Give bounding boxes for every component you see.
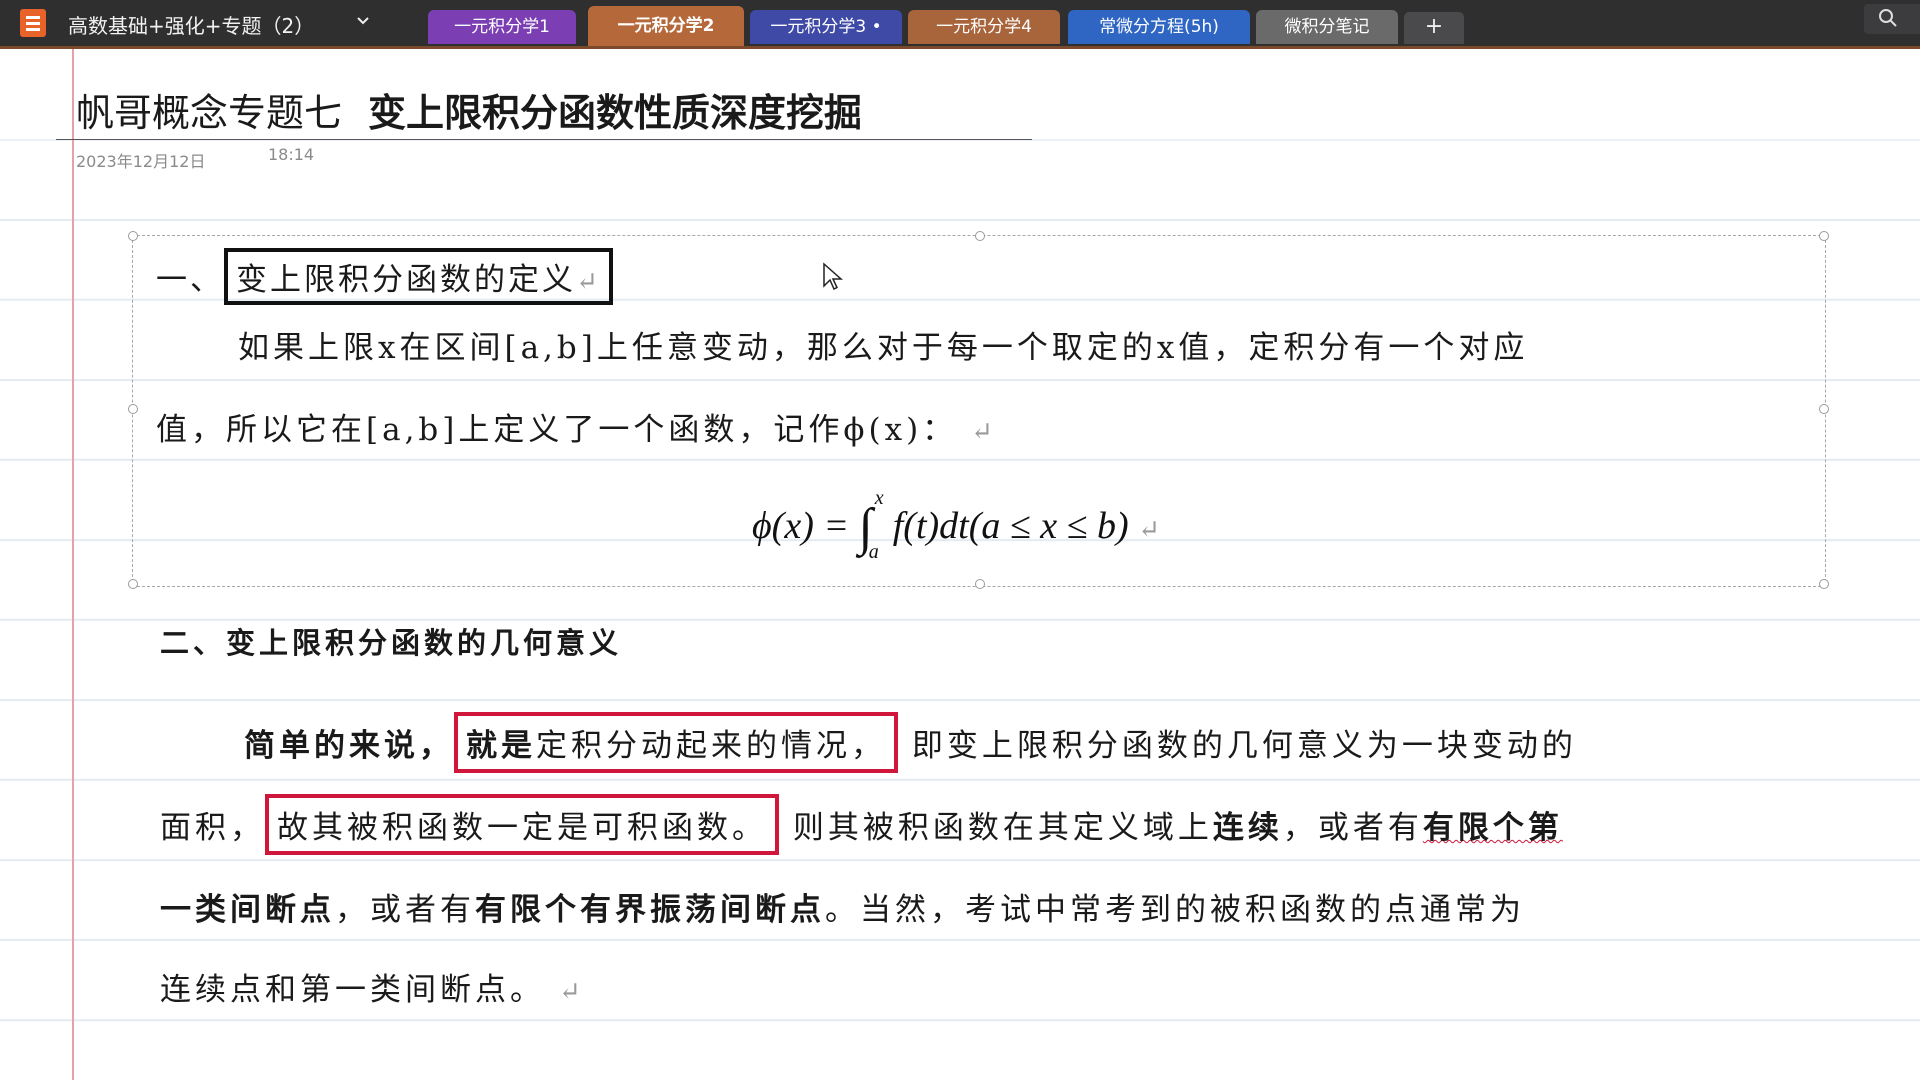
resize-handle[interactable] — [1819, 579, 1829, 589]
resize-handle[interactable] — [1819, 404, 1829, 414]
section2-line1[interactable]: 简单的来说， 就是定积分动起来的情况， 即变上限积分函数的几何意义为一块变动的 — [244, 712, 1577, 773]
tab-section-3[interactable]: 一元积分学3 • — [750, 10, 902, 44]
notebook-tab-bar: 高数基础+强化+专题（2） 一元积分学1 一元积分学2 一元积分学3 • 一元积… — [0, 0, 1920, 49]
boxed-heading: 变上限积分函数的定义↵ — [224, 248, 613, 305]
notebook-icon[interactable] — [20, 9, 46, 37]
page-date: 2023年12月12日 — [76, 152, 206, 171]
tab-section-4[interactable]: 一元积分学4 — [908, 10, 1060, 44]
section2-line3[interactable]: 一类间断点，或者有有限个有界振荡间断点。当然，考试中常考到的被积函数的点通常为 — [160, 884, 1525, 929]
resize-handle[interactable] — [975, 579, 985, 589]
resize-handle[interactable] — [128, 579, 138, 589]
integral-formula[interactable]: ϕ(x) = ∫ x a f(t)dt(a ≤ x ≤ b) ↵ — [752, 487, 1160, 563]
tab-section-1[interactable]: 一元积分学1 — [428, 10, 576, 44]
section1-paragraph-line1[interactable]: 如果上限x在区间[a,b]上任意变动，那么对于每一个取定的x值，定积分有一个对应 — [238, 322, 1528, 367]
notebook-title[interactable]: 高数基础+强化+专题（2） — [68, 10, 314, 39]
section2-heading[interactable]: 二、变上限积分函数的几何意义 — [160, 620, 622, 662]
section1-heading[interactable]: 一、 变上限积分函数的定义↵ — [156, 248, 613, 305]
title-divider — [56, 139, 1032, 140]
margin-line — [72, 49, 74, 1080]
section1-paragraph-line2[interactable]: 值，所以它在[a,b]上定义了一个函数，记作ϕ(x)： ↵ — [156, 404, 997, 449]
mouse-cursor-icon — [823, 262, 843, 291]
resize-handle[interactable] — [128, 404, 138, 414]
tab-ode[interactable]: 常微分方程(5h) — [1068, 10, 1250, 44]
chevron-down-icon[interactable] — [356, 14, 370, 28]
resize-handle[interactable] — [1819, 231, 1829, 241]
search-icon — [1879, 9, 1897, 27]
resize-handle[interactable] — [128, 231, 138, 241]
section2-line4[interactable]: 连续点和第一类间断点。 ↵ — [160, 964, 585, 1009]
resize-handle[interactable] — [975, 231, 985, 241]
section2-line2[interactable]: 面积， 故其被积函数一定是可积函数。 则其被积函数在其定义域上连续，或者有有限个第 — [160, 794, 1563, 855]
highlight-box-red: 就是定积分动起来的情况， — [454, 712, 898, 773]
page-time: 18:14 — [268, 145, 315, 164]
add-section-button[interactable]: + — [1404, 12, 1464, 44]
tab-calculus-notes[interactable]: 微积分笔记 — [1256, 10, 1398, 44]
highlight-box-red: 故其被积函数一定是可积函数。 — [265, 794, 779, 855]
search-button[interactable] — [1864, 4, 1920, 34]
page-title[interactable]: 帆哥概念专题七 变上限积分函数性质深度挖掘 — [76, 82, 862, 137]
tab-section-2[interactable]: 一元积分学2 — [588, 6, 744, 46]
